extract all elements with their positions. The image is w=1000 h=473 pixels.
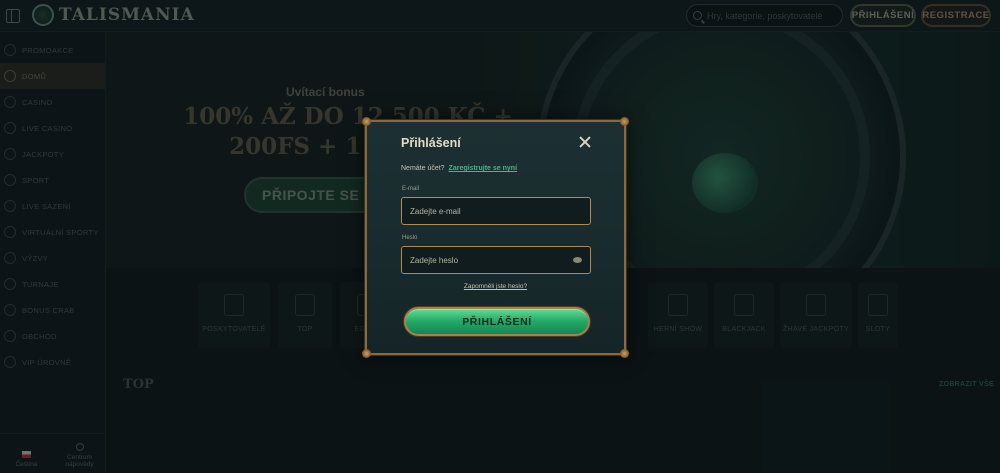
password-label: Heslo (402, 235, 418, 241)
modal-title: Přihlášení (401, 136, 461, 150)
register-link[interactable]: Zaregistrujte se nyní (449, 165, 517, 172)
eye-icon[interactable] (573, 257, 582, 263)
forgot-password-link[interactable]: Zapomněli jste heslo? (367, 283, 624, 290)
app: TALISMANIA PŘIHLÁŠENÍ REGISTRACE PROMOAK… (0, 0, 1000, 473)
corner-ornament-icon (362, 117, 371, 126)
email-label: E-mail (402, 186, 420, 192)
email-field-wrapper[interactable] (401, 197, 591, 225)
corner-ornament-icon (620, 117, 629, 126)
email-field[interactable] (410, 206, 570, 216)
corner-ornament-icon (620, 349, 629, 358)
no-account-prompt: Nemáte účet? Zaregistrujte se nyní (401, 165, 517, 172)
login-modal: Přihlášení Nemáte účet? Zaregistrujte se… (362, 117, 629, 358)
close-icon[interactable] (578, 135, 592, 149)
password-field-wrapper[interactable] (401, 246, 591, 274)
no-account-text: Nemáte účet? (401, 165, 445, 172)
login-submit-button[interactable]: PŘIHLÁŠENÍ (404, 307, 590, 336)
corner-ornament-icon (362, 349, 371, 358)
password-field[interactable] (410, 255, 570, 265)
